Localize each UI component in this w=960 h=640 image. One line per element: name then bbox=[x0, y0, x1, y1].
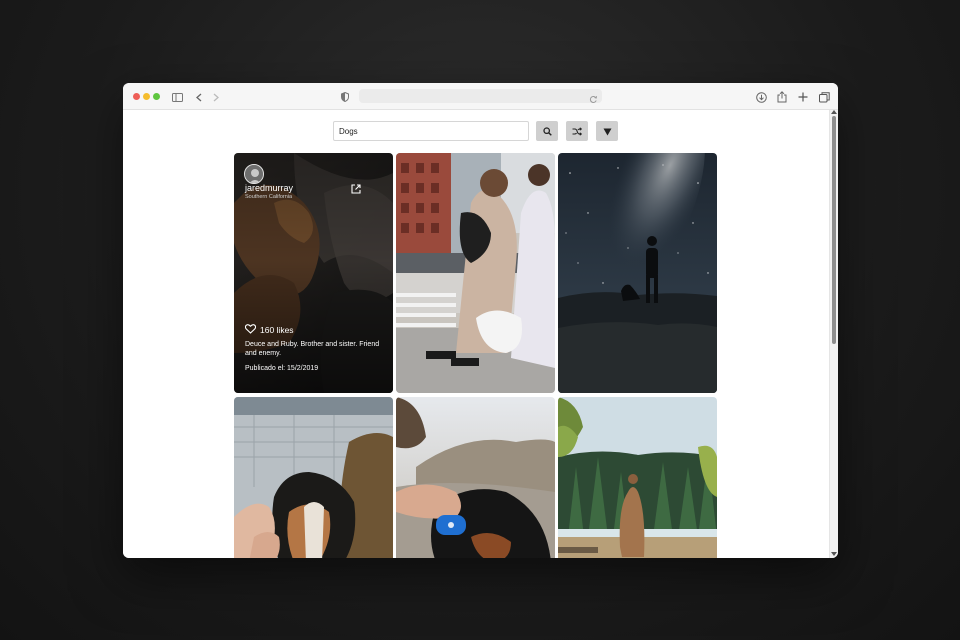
likes-count: 160 likes bbox=[260, 325, 294, 335]
milky-way-silhouette-photo bbox=[558, 153, 717, 393]
avatar[interactable] bbox=[244, 164, 264, 184]
search-button[interactable] bbox=[536, 121, 558, 141]
photo-card[interactable] bbox=[558, 153, 717, 393]
shuffle-icon bbox=[572, 124, 583, 139]
tabs-overview-icon[interactable] bbox=[817, 90, 831, 104]
filter-button[interactable] bbox=[596, 121, 618, 141]
petting-dog-photo bbox=[234, 397, 393, 558]
post-caption: Deuce and Ruby. Brother and sister. Frie… bbox=[245, 341, 380, 357]
photo-card-featured[interactable]: jaredmurray Southern California 160 like… bbox=[234, 153, 393, 393]
likes-row: 160 likes bbox=[244, 321, 294, 339]
scrollbar-thumb[interactable] bbox=[832, 116, 836, 344]
address-bar[interactable] bbox=[359, 89, 602, 103]
photo-card[interactable] bbox=[396, 153, 555, 393]
couple-with-dogs-photo bbox=[396, 153, 555, 393]
new-tab-icon[interactable] bbox=[796, 90, 810, 104]
sidebar-icon[interactable] bbox=[170, 90, 184, 104]
filter-icon bbox=[603, 124, 612, 139]
post-overlay: jaredmurray Southern California 160 like… bbox=[234, 153, 393, 393]
minimize-window-button[interactable] bbox=[143, 93, 150, 100]
forest-person-photo bbox=[558, 397, 717, 558]
location: Southern California bbox=[245, 194, 293, 200]
published-date: Publicado el: 15/2/2019 bbox=[245, 365, 319, 372]
photo-card[interactable] bbox=[558, 397, 717, 558]
username[interactable]: jaredmurray bbox=[245, 183, 293, 193]
close-window-button[interactable] bbox=[133, 93, 140, 100]
page-content: jaredmurray Southern California 160 like… bbox=[123, 110, 829, 558]
scroll-down-arrow-icon[interactable] bbox=[831, 552, 837, 556]
shuffle-button[interactable] bbox=[566, 121, 588, 141]
browser-window: jaredmurray Southern California 160 like… bbox=[123, 83, 838, 558]
scroll-up-arrow-icon[interactable] bbox=[831, 110, 837, 114]
heart-icon[interactable] bbox=[244, 321, 257, 339]
external-link-icon[interactable] bbox=[351, 181, 361, 199]
photo-card[interactable] bbox=[396, 397, 555, 558]
search-icon bbox=[542, 124, 552, 139]
page-scrollbar[interactable] bbox=[829, 110, 838, 558]
download-icon[interactable] bbox=[754, 90, 768, 104]
reload-icon[interactable] bbox=[589, 91, 598, 109]
zoom-window-button[interactable] bbox=[153, 93, 160, 100]
search-input[interactable] bbox=[333, 121, 529, 141]
dog-with-toy-photo bbox=[396, 397, 555, 558]
share-icon[interactable] bbox=[775, 90, 789, 104]
privacy-shield-icon[interactable] bbox=[338, 90, 352, 104]
photo-card[interactable] bbox=[234, 397, 393, 558]
forward-icon[interactable] bbox=[209, 90, 223, 104]
browser-toolbar bbox=[123, 83, 838, 110]
back-icon[interactable] bbox=[192, 90, 206, 104]
